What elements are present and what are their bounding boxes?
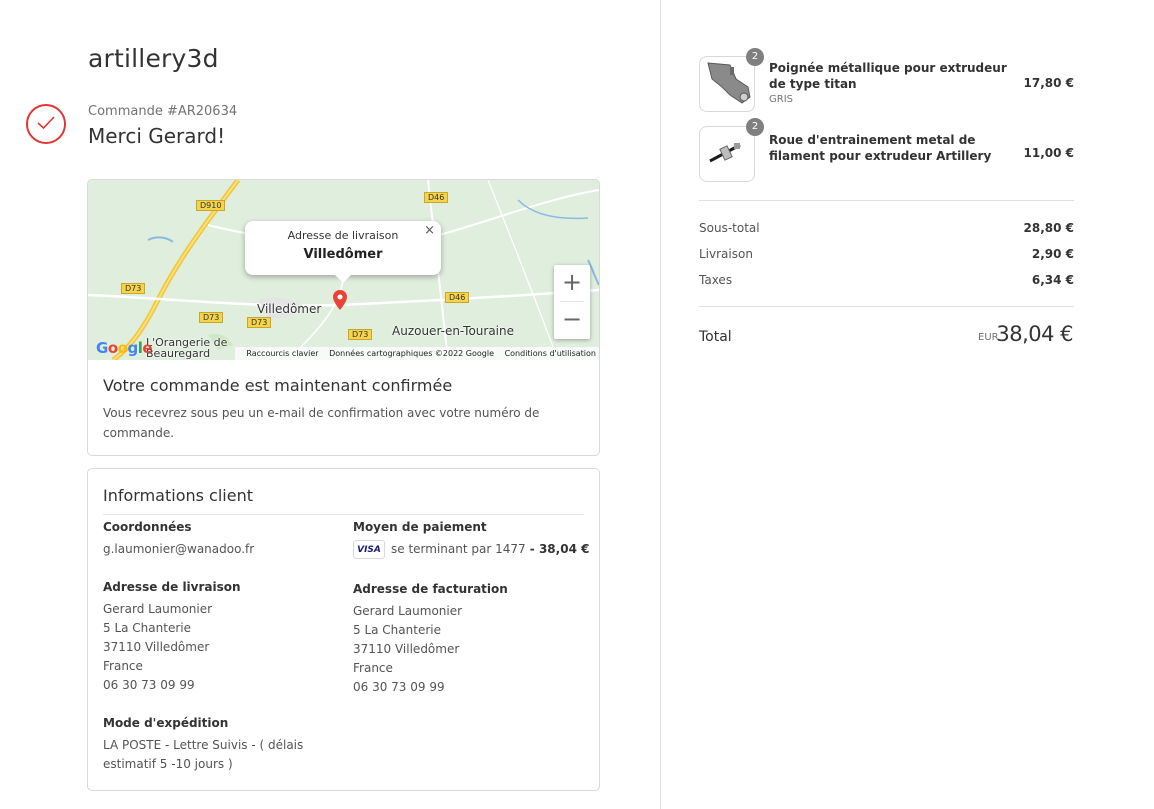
address-line: 06 30 73 09 99 xyxy=(103,678,195,692)
shipping-method-section: Mode d'expédition LA POSTE - Lettre Suiv… xyxy=(103,716,323,774)
cart-item: 2 Poignée métallique pour extrudeur de t… xyxy=(699,48,1074,112)
popup-tail xyxy=(335,275,351,283)
total-label: Total xyxy=(699,329,732,345)
contact-section: Coordonnées g.laumonier@wanadoo.fr xyxy=(103,520,343,559)
road-label: D73 xyxy=(121,283,146,294)
map-info-popup: Adresse de livraison Villedômer × xyxy=(245,221,441,283)
order-number: Commande #AR20634 xyxy=(88,104,238,119)
shipping-value: 2,90 € xyxy=(1031,247,1074,261)
road-label: D73 xyxy=(199,312,224,323)
payment-heading: Moyen de paiement xyxy=(353,520,487,534)
thank-you-heading: Merci Gerard! xyxy=(88,124,226,148)
confirmation-title: Votre commande est maintenant confirmée xyxy=(103,376,453,395)
customer-info-title: Informations client xyxy=(103,486,253,505)
checkmark-icon xyxy=(26,104,66,144)
map-place-label: Villedômer xyxy=(257,302,322,316)
road-label: D46 xyxy=(445,292,470,303)
address-line: France xyxy=(353,661,393,675)
drive-gear-image xyxy=(709,143,741,163)
address-line: 5 La Chanterie xyxy=(353,623,441,637)
payment-amount: - 38,04 € xyxy=(525,542,590,556)
billing-address-heading: Adresse de facturation xyxy=(353,582,508,596)
product-price: 11,00 € xyxy=(1023,146,1074,160)
product-variant: GRIS xyxy=(769,94,793,105)
product-name: Roue d'entrainement metal de filament po… xyxy=(769,133,992,163)
extruder-handle-image xyxy=(707,62,751,104)
address-line: France xyxy=(103,659,143,673)
payment-card-text: se terminant par 1477 xyxy=(391,542,526,556)
map-pin-icon[interactable] xyxy=(333,290,347,310)
map-place-label: Auzouer-en-Touraine xyxy=(392,324,515,338)
quantity-badge: 2 xyxy=(746,48,764,66)
divider xyxy=(699,306,1074,307)
address-line: 37110 Villedômer xyxy=(103,640,210,654)
main-panel: artillery3d Commande #AR20634 Merci Gera… xyxy=(0,0,660,809)
map-zoom-control: + − xyxy=(554,265,590,339)
taxes-row: Taxes 6,34 € xyxy=(699,273,1074,287)
product-thumbnail xyxy=(699,56,755,112)
visa-card-icon: VISA xyxy=(353,540,385,559)
shipping-label: Livraison xyxy=(699,247,753,261)
taxes-label: Taxes xyxy=(699,273,733,287)
shipping-address-heading: Adresse de livraison xyxy=(103,580,241,594)
map-attribution: Raccourcis clavier Données cartographiqu… xyxy=(235,347,599,360)
shipping-row: Livraison 2,90 € xyxy=(699,247,1074,261)
subtotal-value: 28,80 € xyxy=(1023,221,1074,235)
popup-title: Adresse de livraison xyxy=(287,229,399,242)
contact-heading: Coordonnées xyxy=(103,520,192,534)
divider xyxy=(699,200,1074,201)
order-confirmation-card: D910 D46 D46 D73 D73 D73 D73 Villedômer … xyxy=(87,179,600,456)
address-line: 5 La Chanterie xyxy=(103,621,191,635)
address-line: 37110 Villedômer xyxy=(353,642,460,656)
subtotal-label: Sous-total xyxy=(699,221,760,235)
zoom-in-button[interactable]: + xyxy=(554,265,590,301)
customer-email: g.laumonier@wanadoo.fr xyxy=(103,542,255,556)
terms-link[interactable]: Conditions d'utilisation xyxy=(505,349,596,358)
address-line: Gerard Laumonier xyxy=(353,604,463,618)
delivery-map[interactable]: D910 D46 D46 D73 D73 D73 D73 Villedômer … xyxy=(88,180,599,360)
cart-item: 2 Roue d'entrainement metal de filament … xyxy=(699,118,1074,182)
shop-logo-text[interactable]: artillery3d xyxy=(88,44,219,73)
address-line: 06 30 73 09 99 xyxy=(353,680,445,694)
road-label: D73 xyxy=(348,329,373,340)
product-thumbnail xyxy=(699,126,755,182)
popup-place: Villedômer xyxy=(303,247,383,262)
shipping-address: Gerard Laumonier 5 La Chanterie 37110 Vi… xyxy=(103,600,343,695)
confirmation-text: Vous recevrez sous peu un e-mail de conf… xyxy=(103,406,540,440)
road-label: D46 xyxy=(424,192,449,203)
product-price: 17,80 € xyxy=(1023,76,1074,90)
address-line: Gerard Laumonier xyxy=(103,602,213,616)
subtotal-row: Sous-total 28,80 € xyxy=(699,221,1074,235)
road-label: D910 xyxy=(196,200,226,211)
road-label: D73 xyxy=(247,317,272,328)
google-logo: Google xyxy=(96,339,153,357)
total-value: 38,04 € xyxy=(996,322,1073,346)
payment-section: Moyen de paiement VISA se terminant par 1… xyxy=(353,520,593,559)
product-name: Poignée métallique pour extrudeur de typ… xyxy=(769,61,1007,91)
shipping-address-section: Adresse de livraison Gerard Laumonier 5 … xyxy=(103,580,343,695)
zoom-out-button[interactable]: − xyxy=(554,302,590,338)
divider xyxy=(103,514,584,515)
shipping-method-heading: Mode d'expédition xyxy=(103,716,229,730)
billing-address: Gerard Laumonier 5 La Chanterie 37110 Vi… xyxy=(353,602,593,697)
quantity-badge: 2 xyxy=(746,118,764,136)
billing-address-section: Adresse de facturation Gerard Laumonier … xyxy=(353,582,593,697)
close-icon[interactable]: × xyxy=(424,223,435,238)
product-name-block: Poignée métallique pour extrudeur de typ… xyxy=(769,60,1009,108)
map-data-credit: Données cartographiques ©2022 Google xyxy=(329,349,495,358)
shipping-method: LA POSTE - Lettre Suivis - ( délais esti… xyxy=(103,738,304,771)
keyboard-shortcuts-link[interactable]: Raccourcis clavier xyxy=(246,349,318,358)
order-summary-panel: 2 Poignée métallique pour extrudeur de t… xyxy=(660,0,1154,809)
taxes-value: 6,34 € xyxy=(1031,273,1074,287)
customer-info-card: Informations client Coordonnées g.laumon… xyxy=(87,468,600,791)
